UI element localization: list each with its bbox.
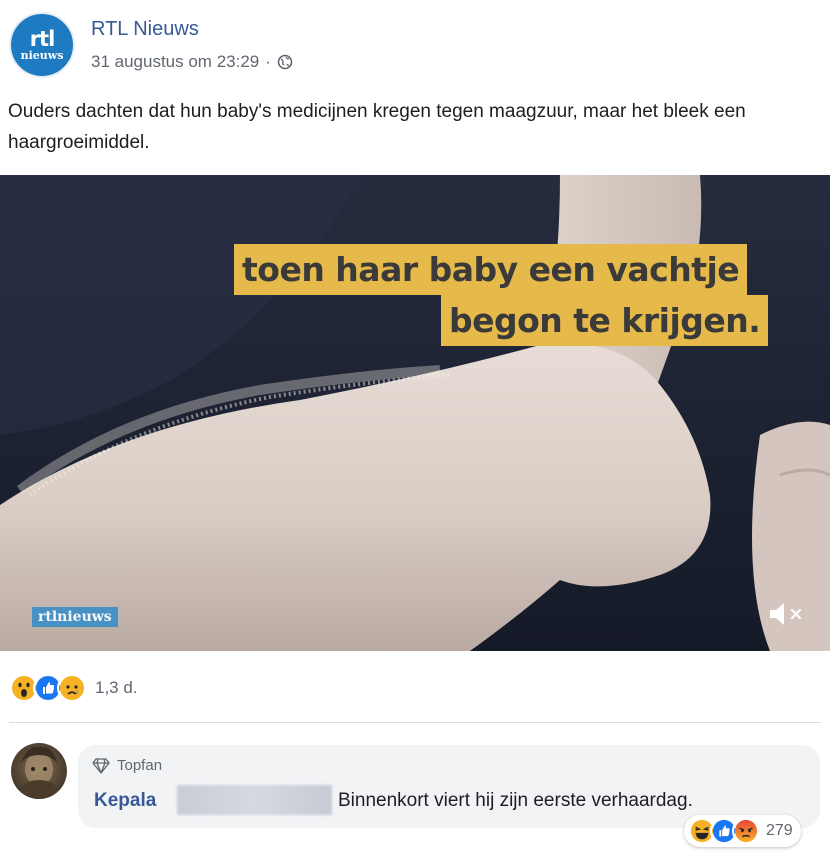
post-meta: 31 augustus om 23:29 ·	[91, 52, 293, 72]
divider	[9, 722, 821, 723]
topfan-badge[interactable]: Topfan	[92, 757, 162, 774]
reactions-summary[interactable]: 1,3 d.	[9, 673, 138, 703]
comment-reaction-count: 279	[766, 822, 793, 839]
page-avatar[interactable]: rtl nieuws	[9, 12, 75, 78]
video-player[interactable]: toen haar baby een vachtje begon te krij…	[0, 175, 830, 651]
video-caption-line-2: begon te krijgen.	[441, 295, 769, 346]
post-timestamp[interactable]: 31 augustus om 23:29	[91, 52, 259, 72]
logo-text-top: rtl	[29, 26, 56, 51]
reaction-count[interactable]: 1,3 d.	[95, 678, 138, 698]
meta-separator: ·	[265, 52, 271, 71]
globe-icon[interactable]	[277, 54, 293, 70]
page-name-link[interactable]: RTL Nieuws	[91, 18, 199, 41]
comment-author-link[interactable]: Kepala	[94, 790, 156, 812]
redacted-name	[177, 785, 332, 815]
angry-emoji-icon	[732, 817, 760, 845]
commenter-avatar[interactable]	[11, 743, 67, 799]
video-caption-line-1: toen haar baby een vachtje	[234, 244, 748, 295]
comment-text: Binnenkort viert hij zijn eerste verhaar…	[338, 790, 693, 811]
diamond-icon	[92, 757, 110, 774]
sad-emoji-icon	[57, 673, 87, 703]
post-text: Ouders dachten dat hun baby's medicijnen…	[8, 101, 746, 153]
rtl-watermark: rtlnieuws	[32, 607, 118, 627]
badge-label: Topfan	[117, 757, 163, 774]
avatar-image	[17, 746, 61, 799]
speaker-muted-icon[interactable]	[766, 599, 806, 629]
comment-reactions[interactable]: 279	[684, 815, 801, 847]
logo-text-bottom: nieuws	[20, 48, 64, 62]
